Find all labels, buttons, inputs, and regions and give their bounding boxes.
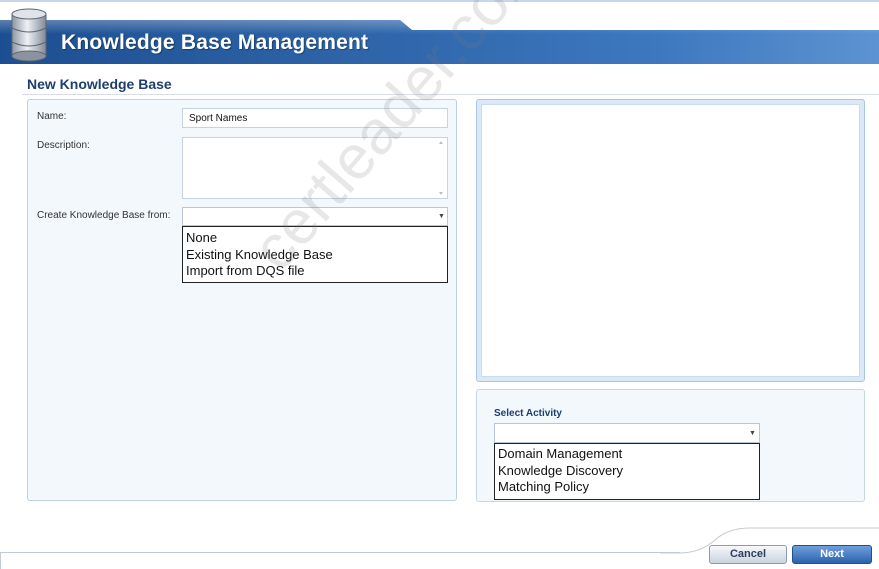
dropdown-option[interactable]: Existing Knowledge Base — [186, 247, 447, 264]
app-title: Knowledge Base Management — [61, 31, 369, 54]
section-divider — [22, 94, 879, 95]
select-activity-label: Select Activity — [494, 408, 562, 419]
dropdown-option[interactable]: Knowledge Discovery — [498, 463, 759, 480]
description-field[interactable] — [182, 137, 448, 199]
create-from-options-list: None Existing Knowledge Base Import from… — [182, 226, 448, 283]
preview-canvas — [481, 104, 860, 377]
activity-dropdown[interactable]: ▼ — [494, 423, 760, 443]
description-label: Description: — [37, 140, 90, 151]
dropdown-option[interactable]: None — [186, 230, 447, 247]
preview-area — [476, 99, 865, 382]
chevron-down-icon[interactable]: ▼ — [749, 430, 756, 437]
activity-options-list: Domain Management Knowledge Discovery Ma… — [494, 443, 760, 500]
create-from-label: Create Knowledge Base from: — [37, 210, 171, 221]
footer-edge — [0, 552, 1, 569]
dropdown-option[interactable]: Import from DQS file — [186, 263, 447, 280]
app-header: Knowledge Base Management — [0, 0, 879, 68]
header-top-line — [0, 0, 879, 2]
create-from-dropdown[interactable]: ▼ — [182, 207, 448, 226]
description-scrollbar[interactable] — [438, 140, 444, 196]
dropdown-option[interactable]: Domain Management — [498, 446, 759, 463]
database-icon — [11, 8, 47, 62]
name-field[interactable] — [182, 108, 448, 128]
cancel-button[interactable]: Cancel — [709, 545, 787, 564]
next-button[interactable]: Next — [792, 545, 872, 564]
page-title: New Knowledge Base — [27, 76, 172, 92]
footer-divider — [0, 552, 680, 553]
dropdown-option[interactable]: Matching Policy — [498, 479, 759, 496]
name-label: Name: — [37, 111, 67, 122]
chevron-down-icon[interactable]: ▼ — [438, 213, 445, 220]
